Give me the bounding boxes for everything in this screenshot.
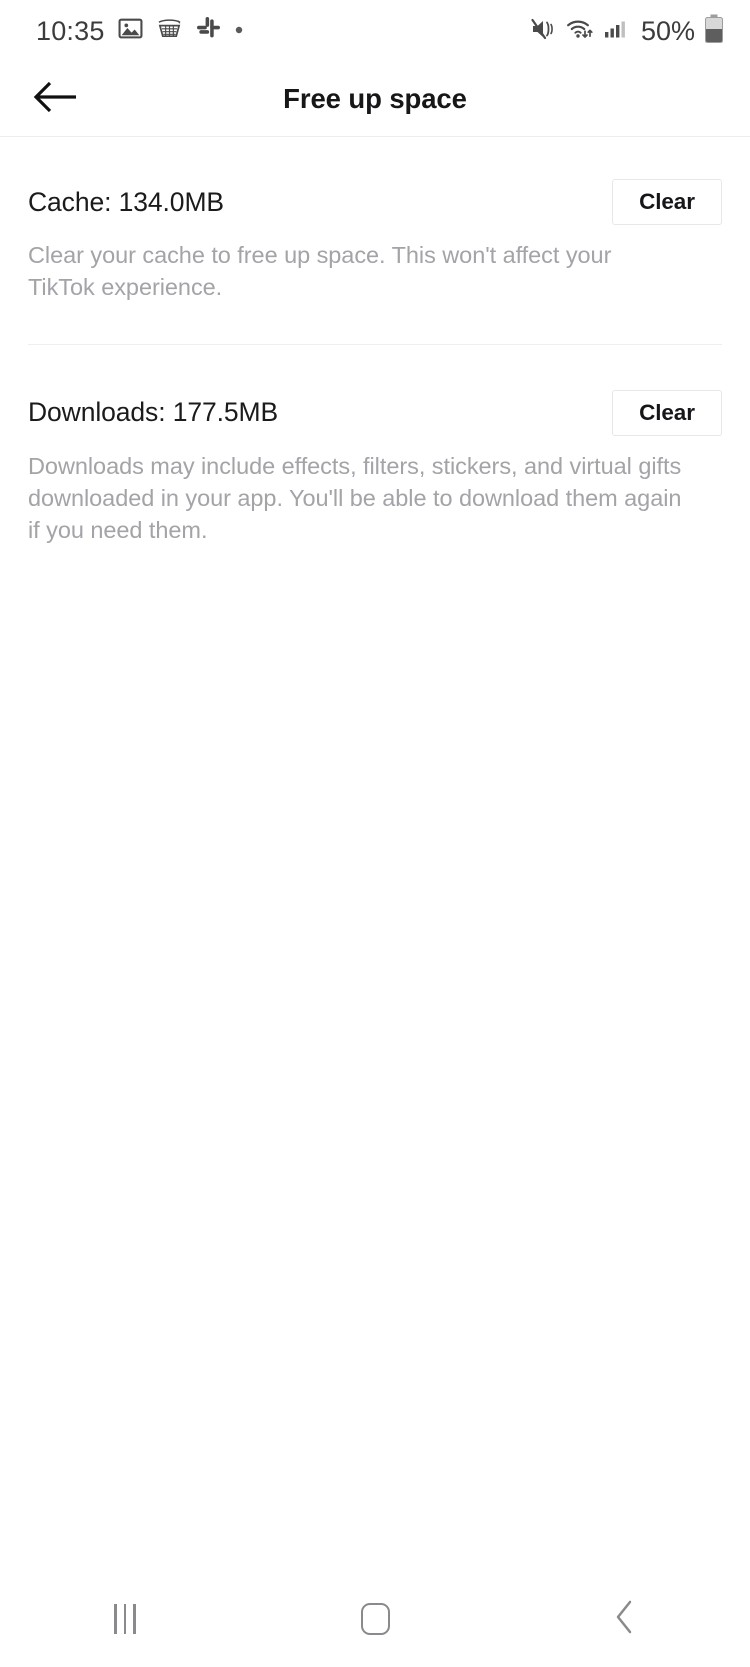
app-header: Free up space (0, 62, 750, 137)
cache-size-label: Cache: 134.0MB (28, 186, 224, 217)
downloads-section: Downloads: 177.5MB Clear Downloads may i… (0, 345, 750, 547)
recents-icon (114, 1604, 136, 1634)
page-title: Free up space (283, 83, 467, 114)
settings-content: Cache: 134.0MB Clear Clear your cache to… (0, 138, 750, 547)
mute-vibrate-icon (531, 17, 557, 46)
clear-cache-button[interactable]: Clear (612, 179, 722, 225)
downloads-description: Downloads may include effects, filters, … (28, 452, 682, 543)
battery-icon (704, 14, 724, 49)
cellular-signal-icon (603, 17, 627, 46)
arrow-left-icon (32, 78, 78, 121)
amazon-cart-icon (156, 16, 183, 46)
battery-percent-label: 50% (640, 15, 695, 46)
gallery-icon (118, 16, 143, 46)
cache-description: Clear your cache to free up space. This … (28, 242, 612, 300)
recents-button[interactable] (65, 1571, 185, 1667)
system-navigation-bar (0, 1571, 750, 1667)
dot-indicator-icon (234, 22, 244, 40)
cache-section: Cache: 134.0MB Clear Clear your cache to… (0, 138, 750, 304)
status-clock: 10:35 (36, 15, 105, 46)
status-bar-left: 10:35 (36, 16, 244, 46)
home-button[interactable] (315, 1571, 435, 1667)
phone-screen: 10:35 50% Free up space Cache: 134.0MB C… (0, 0, 750, 1667)
downloads-size-label: Downloads: 177.5MB (28, 397, 279, 428)
status-bar-right: 50% (531, 14, 724, 49)
system-back-button[interactable] (565, 1571, 685, 1667)
wifi-icon (566, 17, 594, 46)
clear-downloads-button[interactable]: Clear (612, 389, 722, 436)
back-button[interactable] (22, 71, 88, 127)
back-chevron-icon (613, 1599, 637, 1640)
slack-icon (196, 16, 221, 46)
cache-row-header: Cache: 134.0MB Clear (28, 176, 722, 228)
status-bar: 10:35 50% (0, 0, 750, 62)
home-icon (360, 1603, 390, 1635)
downloads-row-header: Downloads: 177.5MB Clear (28, 387, 722, 439)
